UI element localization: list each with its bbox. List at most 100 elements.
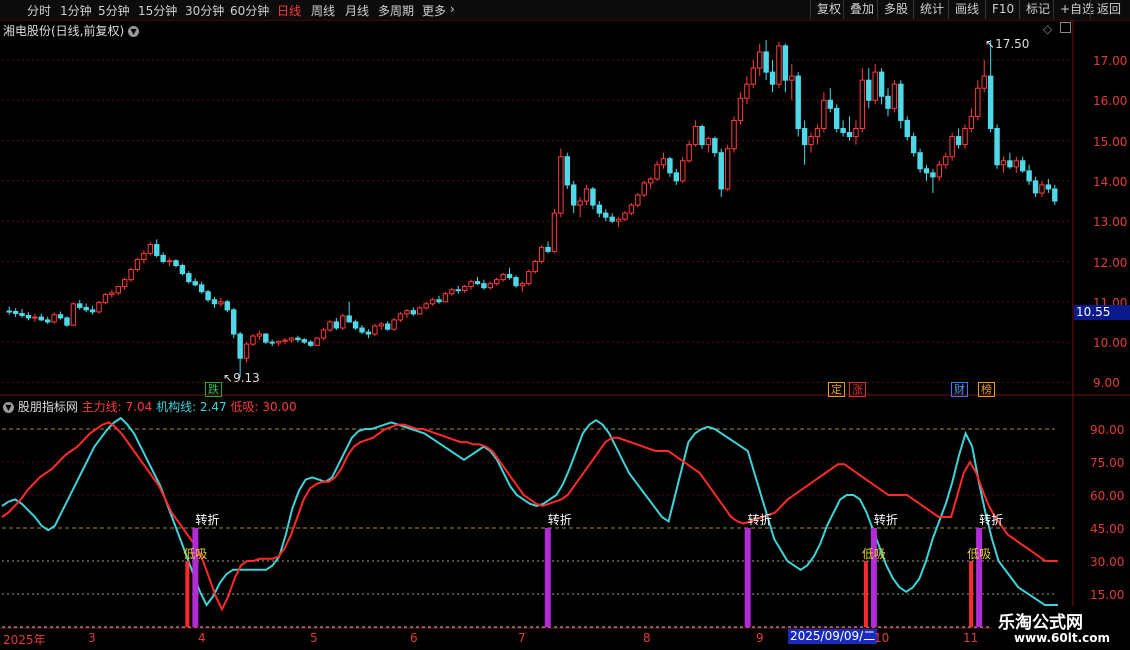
candle	[96, 300, 102, 314]
candle	[763, 39, 769, 81]
candle	[635, 192, 641, 208]
jigou-line	[1, 416, 1058, 607]
candle	[6, 306, 12, 315]
signal-bar	[192, 528, 199, 627]
candle	[231, 307, 237, 339]
candle	[686, 140, 692, 163]
candle	[769, 60, 776, 93]
candle	[545, 241, 551, 254]
watermark-url: www.60lt.com	[1014, 631, 1111, 645]
candle	[275, 340, 282, 347]
indicator-name: 股朋指标网	[17, 400, 78, 414]
candle	[814, 124, 821, 145]
candle	[782, 43, 789, 93]
candle	[603, 209, 609, 222]
candle	[891, 80, 898, 113]
candle	[205, 289, 211, 302]
candle	[936, 160, 943, 181]
candle	[269, 339, 275, 347]
candle	[397, 311, 404, 322]
candle	[904, 116, 910, 141]
candle	[641, 180, 647, 198]
event-tag-die[interactable]: 跌	[205, 382, 222, 397]
candle	[102, 292, 109, 305]
candle	[840, 120, 846, 137]
ind-tick-75: 75.00	[1090, 456, 1125, 470]
candle	[211, 296, 218, 308]
event-tag-cai[interactable]: 财	[951, 382, 968, 397]
candle	[109, 289, 115, 298]
event-tag-zhang[interactable]: 涨	[849, 382, 866, 397]
candle	[410, 307, 417, 316]
candle	[667, 156, 673, 177]
candle	[198, 281, 205, 294]
candle	[38, 313, 44, 322]
low-marker: ↖9.13	[223, 371, 260, 385]
candle	[500, 272, 506, 282]
candle	[192, 278, 198, 287]
signal-label: 转折	[748, 512, 772, 527]
y-tick-13: 13.00	[1093, 215, 1128, 229]
buy-bar	[969, 561, 974, 627]
event-tag-ding[interactable]: 定	[828, 382, 845, 397]
candle	[859, 68, 866, 133]
candle	[795, 72, 801, 137]
candle	[910, 132, 917, 157]
candle	[923, 164, 930, 181]
candle	[372, 323, 378, 337]
candle	[1000, 156, 1007, 173]
candle	[699, 124, 705, 149]
candle	[333, 317, 340, 331]
candle	[474, 276, 481, 285]
x-label-11: 11	[963, 631, 979, 645]
candle	[866, 68, 872, 109]
candle	[44, 316, 51, 324]
candle	[654, 160, 660, 181]
candle	[57, 311, 64, 320]
ind-tick-60: 60.00	[1090, 489, 1125, 503]
candle	[622, 211, 628, 222]
candle	[846, 116, 853, 141]
candle	[519, 281, 526, 292]
candle	[692, 120, 699, 147]
y-tick-17: 17.00	[1093, 54, 1128, 68]
kline-chart[interactable]: 转折 转折 转折 转折 转折低吸 低吸 低吸	[0, 0, 1130, 650]
x-label-10: 10	[874, 631, 890, 645]
candle	[12, 308, 19, 318]
candle	[365, 329, 372, 339]
candle	[1045, 178, 1052, 193]
candle	[314, 337, 320, 347]
candle	[83, 303, 89, 313]
candle	[564, 152, 570, 189]
candle	[930, 168, 936, 193]
candle	[878, 68, 885, 105]
chevron-down-icon[interactable]: ▼	[3, 402, 14, 413]
signal-bar	[744, 528, 751, 627]
candle	[833, 104, 840, 133]
candle	[570, 180, 577, 214]
candle	[968, 108, 975, 133]
x-label-5: 5	[310, 631, 318, 645]
y-tick-9: 9.00	[1093, 376, 1120, 390]
candle	[1039, 180, 1045, 198]
y-tick-12: 12.00	[1093, 256, 1128, 270]
candle	[160, 252, 166, 264]
candle	[801, 120, 808, 165]
x-label-7: 7	[518, 631, 526, 645]
event-tag-bang[interactable]: 榜	[978, 382, 995, 397]
x-label-9: 9	[756, 631, 764, 645]
buy-label: 低吸	[967, 547, 991, 561]
candle	[128, 267, 134, 282]
candle	[154, 239, 160, 258]
candle	[487, 281, 494, 290]
indicator-header: ▼ 股朋指标网 主力线: 7.04 机构线: 2.47 低吸: 30.00	[3, 398, 297, 415]
candle	[981, 60, 987, 93]
candle	[243, 342, 250, 363]
candle	[712, 136, 718, 157]
candle	[757, 43, 763, 77]
candle	[19, 309, 25, 318]
candle	[468, 279, 474, 290]
candle	[404, 309, 410, 318]
candle	[77, 299, 83, 310]
y-tick-14: 14.00	[1093, 175, 1128, 189]
